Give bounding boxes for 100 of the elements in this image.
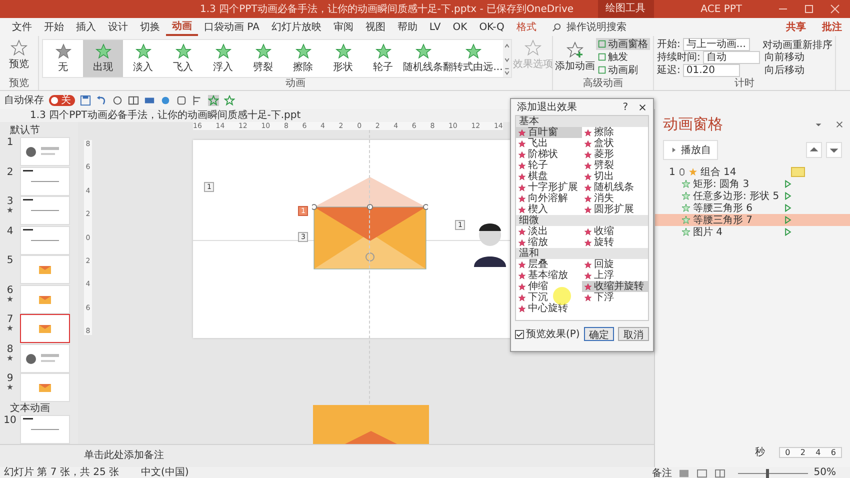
cancel-button[interactable]: 取消 [618, 327, 649, 341]
save-icon[interactable] [80, 94, 91, 106]
undo-icon[interactable] [96, 94, 107, 106]
autosave-toggle[interactable]: 关 [49, 94, 75, 106]
effect-option[interactable]: 向外溶解 [516, 193, 582, 204]
animation-effect[interactable]: 飞入 [163, 40, 203, 77]
effect-option[interactable]: 菱形 [582, 149, 648, 160]
zoom-level[interactable]: 50% [814, 467, 836, 478]
animation-item[interactable]: 矩形: 圆角 3 [655, 178, 850, 190]
effect-option[interactable]: 圆形扩展 [582, 204, 648, 215]
timeline-unit[interactable]: 秒 [755, 445, 765, 459]
effect-option[interactable]: 回旋 [582, 259, 648, 270]
animation-effect[interactable]: 无 [43, 40, 83, 77]
animation-item[interactable]: 图片 4 [655, 226, 850, 238]
effect-option[interactable]: 中心旋转 [516, 303, 582, 314]
ribbon-tab[interactable]: 格式 [510, 18, 542, 36]
advanced-animation-button[interactable]: 触发 [596, 51, 650, 63]
ribbon-tab[interactable]: OK-Q [473, 18, 510, 36]
move-up-icon[interactable] [806, 142, 822, 158]
effect-option[interactable]: 上浮 [582, 270, 648, 281]
normal-view-icon[interactable] [678, 468, 690, 478]
zoom-slider-thumb[interactable] [766, 468, 769, 478]
effect-option[interactable]: 擦除 [582, 127, 648, 138]
checkbox-icon[interactable] [515, 330, 524, 338]
share-button[interactable]: 共享 [778, 20, 814, 34]
preview-checkbox[interactable]: 预览效果(P) [515, 327, 580, 341]
delay-field[interactable]: 01.20 [683, 64, 740, 76]
effect-option[interactable]: 切出 [582, 171, 648, 182]
animation-item[interactable]: 任意多边形: 形状 5 [655, 190, 850, 202]
animation-item[interactable]: 等腰三角形 7 [655, 214, 850, 226]
search-field[interactable]: 操作说明搜索 [552, 20, 648, 34]
maximize-icon[interactable] [804, 4, 814, 14]
effect-option[interactable]: 阶梯状 [516, 149, 582, 160]
slide-thumbnail[interactable] [20, 314, 70, 343]
animation-effect[interactable]: 形状 [323, 40, 363, 77]
effect-option[interactable]: 盒状 [582, 138, 648, 149]
effect-option[interactable]: 层叠 [516, 259, 582, 270]
notes-button[interactable]: 备注 [652, 467, 672, 478]
effect-option[interactable]: 随机线条 [582, 182, 648, 193]
notes-field[interactable]: 单击此处添加备注 [0, 444, 654, 467]
effect-option[interactable]: 十字形扩展 [516, 182, 582, 193]
reading-view-icon[interactable] [714, 468, 726, 478]
animation-effect[interactable]: 淡入 [123, 40, 163, 77]
effect-option[interactable]: 缩放 [516, 237, 582, 248]
gallery-scroll-icon[interactable] [503, 40, 511, 77]
animation-effect[interactable]: 劈裂 [243, 40, 283, 77]
move-earlier-button[interactable]: 向前移动 [762, 51, 832, 63]
star-icon[interactable] [224, 94, 235, 106]
ribbon-tab[interactable]: 开始 [38, 18, 70, 36]
effect-option[interactable]: 消失 [582, 193, 648, 204]
ribbon-tab[interactable]: 审阅 [327, 18, 360, 36]
advanced-animation-button[interactable]: 动画刷 [596, 64, 650, 76]
effect-option[interactable]: 劈裂 [582, 160, 648, 171]
square-icon[interactable] [176, 94, 187, 106]
layout-icon[interactable] [128, 94, 139, 106]
animation-effect[interactable]: 翻转式由远... [443, 40, 503, 77]
section-heading[interactable]: 文本动画 [0, 402, 78, 414]
animation-effect[interactable]: 随机线条 [403, 40, 443, 77]
effect-option[interactable]: 百叶窗 [516, 127, 582, 138]
effect-option[interactable]: 淡出 [516, 226, 582, 237]
section-heading[interactable]: 默认节 [0, 125, 78, 137]
animation-item[interactable]: 等腰三角形 6 [655, 202, 850, 214]
ribbon-tab[interactable]: 切换 [134, 18, 166, 36]
start-dropdown[interactable]: 与上一动画... [683, 38, 750, 50]
ribbon-tab[interactable]: 视图 [359, 18, 392, 36]
move-down-icon[interactable] [826, 142, 842, 158]
advanced-animation-button[interactable]: 动画窗格 [596, 38, 650, 50]
add-animation-button[interactable]: 添加动画 [556, 38, 594, 76]
ribbon-tab[interactable]: 口袋动画 PA [198, 18, 266, 36]
ribbon-tab[interactable]: 插入 [70, 18, 102, 36]
play-from-button[interactable]: 播放自 [663, 140, 718, 160]
grid-view-icon[interactable] [696, 468, 708, 478]
ok-button[interactable]: 确定 [584, 327, 614, 341]
preview-button[interactable]: 预览 [0, 36, 38, 71]
align-icon[interactable] [192, 94, 203, 106]
duration-field[interactable]: 自动 [703, 50, 760, 64]
effect-option[interactable]: 收缩并旋转 [582, 281, 648, 292]
ribbon-tab[interactable]: OK [446, 18, 474, 36]
animation-effect[interactable]: 浮入 [203, 40, 243, 77]
animation-effect[interactable]: 轮子 [363, 40, 403, 77]
effect-option[interactable]: 飞出 [516, 138, 582, 149]
ribbon-tab[interactable]: 设计 [102, 18, 134, 36]
move-later-button[interactable]: 向后移动 [762, 64, 832, 76]
envelope-drawing[interactable] [312, 175, 428, 271]
effect-option[interactable]: 伸缩 [516, 281, 582, 292]
effect-option[interactable]: 旋转 [582, 237, 648, 248]
ribbon-tab[interactable]: 帮助 [391, 18, 424, 36]
effect-option[interactable]: 下沉 [516, 292, 582, 303]
effect-option[interactable]: 轮子 [516, 160, 582, 171]
effect-option[interactable]: 基本缩放 [516, 270, 582, 281]
close-icon[interactable] [638, 102, 647, 112]
star-icon[interactable] [208, 94, 219, 106]
ribbon-tab[interactable]: LV [423, 18, 447, 36]
ribbon-tab[interactable]: 文件 [6, 18, 38, 36]
effect-option[interactable]: 楔入 [516, 204, 582, 215]
animation-effect[interactable]: 出现 [83, 40, 123, 77]
effect-option[interactable]: 棋盘 [516, 171, 582, 182]
ribbon-tab[interactable]: 幻灯片放映 [265, 18, 328, 36]
animation-effect[interactable]: 擦除 [283, 40, 323, 77]
animation-item[interactable]: 组合 14 [700, 165, 786, 179]
